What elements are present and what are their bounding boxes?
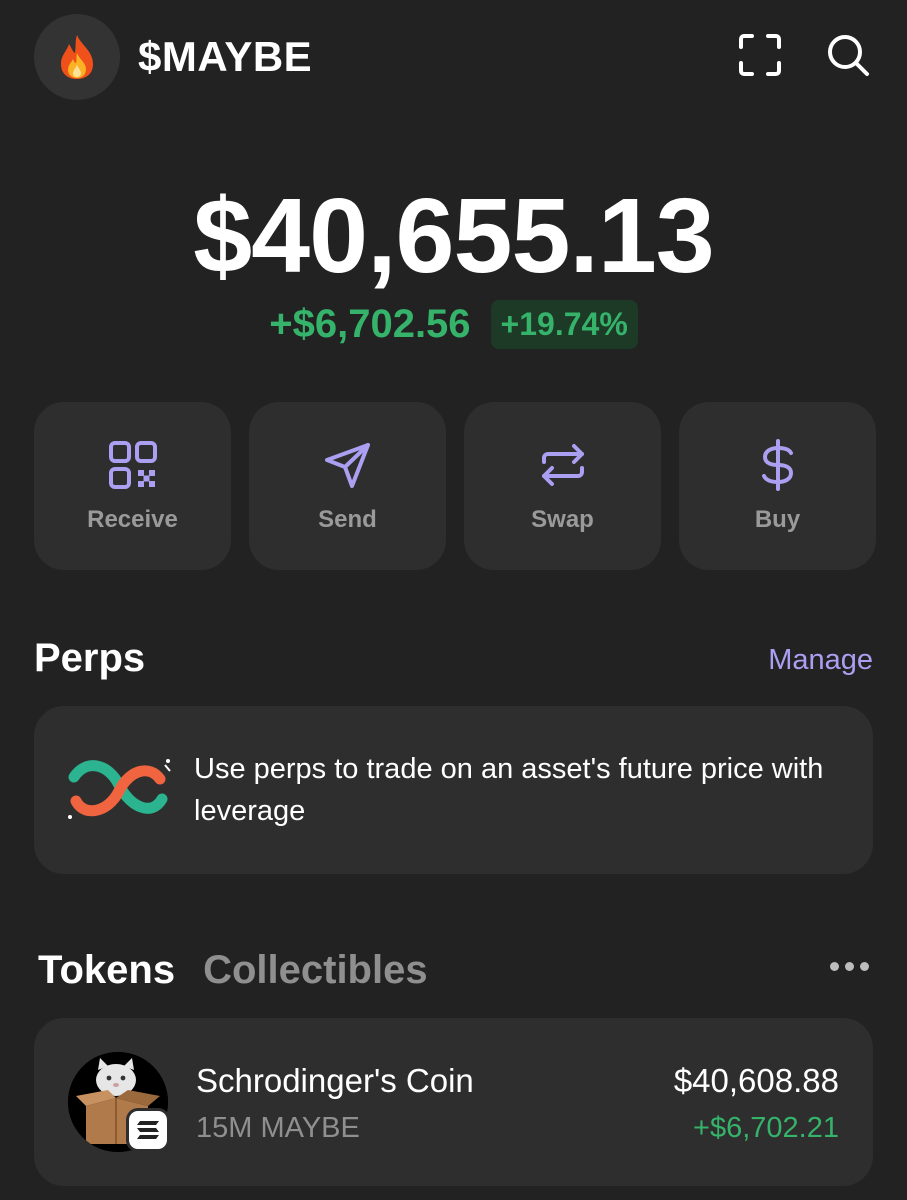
buy-button[interactable]: Buy	[679, 402, 876, 570]
receive-label: Receive	[87, 506, 178, 533]
perps-manage-link[interactable]: Manage	[768, 644, 873, 677]
token-value: $40,608.88	[673, 1062, 839, 1099]
more-options-icon[interactable]	[830, 962, 869, 971]
solana-chain-badge	[126, 1108, 170, 1152]
tab-tokens[interactable]: Tokens	[38, 948, 175, 993]
token-change: +$6,702.21	[693, 1112, 839, 1144]
header: $MAYBE	[34, 14, 873, 100]
asset-tabs: Tokens Collectibles	[38, 948, 428, 993]
send-icon	[324, 443, 370, 488]
token-name: Schrodinger's Coin	[196, 1062, 474, 1099]
search-button[interactable]	[823, 30, 873, 80]
account-name[interactable]: $MAYBE	[138, 33, 312, 81]
perps-promo-card[interactable]: Use perps to trade on an asset's future …	[34, 706, 873, 874]
solana-icon	[137, 1121, 159, 1139]
scan-button[interactable]	[735, 30, 785, 80]
total-balance: $40,655.13	[193, 177, 715, 295]
action-buttons: Receive Send Swap Buy	[34, 402, 876, 570]
account-avatar[interactable]	[34, 14, 120, 100]
fire-icon	[61, 35, 93, 79]
swap-icon	[541, 444, 584, 486]
token-row[interactable]: Schrodinger's Coin 15M MAYBE $40,608.88 …	[34, 1018, 873, 1186]
wallet-home: $MAYBE $40,655.13 +$6,702.56 +19.74% Rec…	[0, 0, 907, 1200]
balance-change: +$6,702.56 +19.74%	[0, 300, 907, 349]
send-button[interactable]: Send	[249, 402, 446, 570]
tab-collectibles[interactable]: Collectibles	[203, 948, 428, 993]
header-actions	[735, 30, 873, 80]
perps-logo-icon	[68, 759, 171, 819]
swap-label: Swap	[531, 506, 594, 533]
swap-button[interactable]: Swap	[464, 402, 661, 570]
balance-change-amount: +$6,702.56	[269, 302, 471, 346]
dollar-icon	[761, 439, 793, 491]
balance-change-percent: +19.74%	[490, 300, 638, 349]
search-icon	[828, 35, 869, 76]
qr-code-icon	[108, 441, 157, 489]
receive-button[interactable]: Receive	[34, 402, 231, 570]
buy-label: Buy	[754, 506, 801, 533]
perps-title: Perps	[34, 636, 146, 680]
token-amount: 15M MAYBE	[196, 1112, 360, 1144]
scan-icon	[739, 34, 781, 76]
perps-description: Use perps to trade on an asset's future …	[194, 753, 824, 827]
send-label: Send	[318, 506, 377, 533]
